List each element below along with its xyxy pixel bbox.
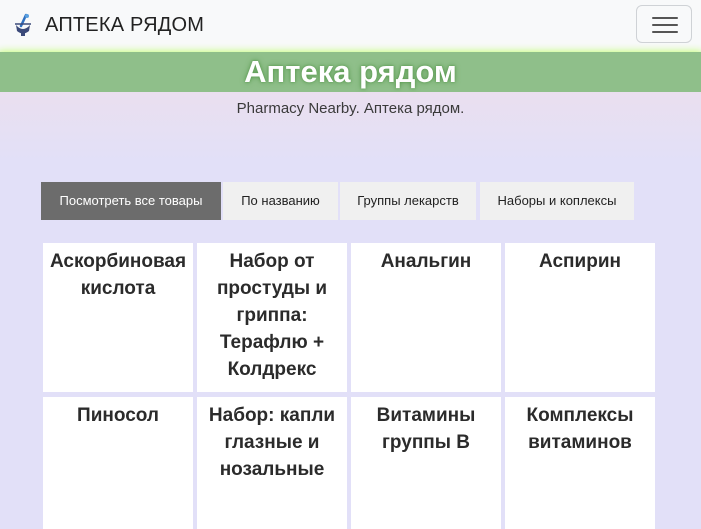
tab-all-products[interactable]: Посмотреть все товары <box>41 182 221 220</box>
product-card[interactable]: Аскорбиновая кислота <box>43 243 193 392</box>
hamburger-menu-icon <box>652 17 678 33</box>
menu-toggle-button[interactable] <box>636 5 692 43</box>
product-title: Аскорбиновая кислота <box>49 251 187 299</box>
product-title: Витамины группы В <box>376 405 476 453</box>
product-card[interactable]: Набор от простуды и гриппа: Терафлю + Ко… <box>197 243 347 392</box>
hero-title: Аптека рядом <box>244 54 457 89</box>
product-title: Анальгин <box>380 251 472 272</box>
tab-sets-and-complexes[interactable]: Наборы и коплексы <box>480 182 634 220</box>
product-title: Аспирин <box>539 251 621 272</box>
product-title: Комплексы витаминов <box>526 405 634 453</box>
product-card[interactable]: Витамины группы В <box>351 397 501 529</box>
product-title: Набор: капли глазные и нозальные <box>208 405 336 480</box>
product-title: Набор от простуды и гриппа: Терафлю + Ко… <box>216 251 328 380</box>
product-card[interactable]: Комплексы витаминов <box>505 397 655 529</box>
product-title: Пиносол <box>77 405 159 426</box>
navbar: АПТЕКА РЯДОМ <box>0 0 701 52</box>
product-card[interactable]: Аспирин <box>505 243 655 392</box>
product-card[interactable]: Анальгин <box>351 243 501 392</box>
product-card[interactable]: Набор: капли глазные и нозальные <box>197 397 347 529</box>
product-card[interactable]: Пиносол <box>43 397 193 529</box>
brand-title: АПТЕКА РЯДОМ <box>45 13 205 36</box>
brand-link[interactable]: АПТЕКА РЯДОМ <box>12 10 204 40</box>
pharmacy-mortar-icon <box>15 13 31 36</box>
tab-by-name[interactable]: По названию <box>223 182 338 220</box>
tab-drug-groups[interactable]: Группы лекарств <box>340 182 476 220</box>
hero-subtitle: Pharmacy Nearby. Аптека рядом. <box>236 100 465 117</box>
